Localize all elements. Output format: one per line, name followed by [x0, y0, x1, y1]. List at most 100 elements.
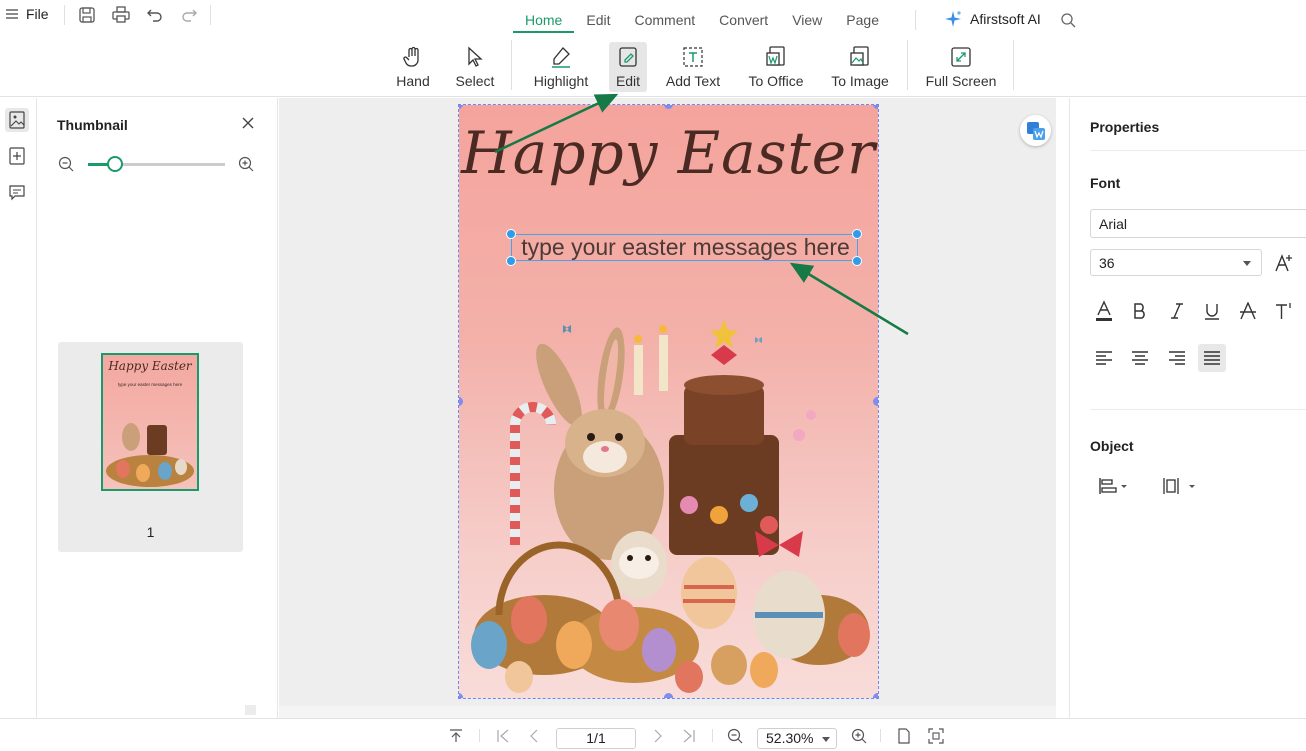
full-screen-button[interactable]: Full Screen: [925, 42, 997, 92]
divider: [915, 10, 916, 30]
add-text-tool-button[interactable]: Add Text: [664, 42, 722, 92]
font-color-button[interactable]: [1090, 297, 1118, 325]
align-left-button[interactable]: [1090, 344, 1118, 372]
redo-icon[interactable]: [179, 5, 199, 25]
underline-button[interactable]: [1198, 297, 1226, 325]
align-right-button[interactable]: [1163, 344, 1191, 372]
increase-font-icon: [1275, 254, 1292, 272]
word-document-icon: [766, 46, 785, 66]
text-box-resize-handle[interactable]: [506, 256, 516, 266]
italic-button[interactable]: [1163, 297, 1191, 325]
save-icon[interactable]: [77, 5, 97, 25]
font-size-select[interactable]: 36: [1090, 249, 1262, 276]
search-icon[interactable]: [1060, 12, 1076, 28]
align-objects-dropdown[interactable]: [1098, 472, 1142, 500]
bold-button[interactable]: [1126, 297, 1154, 325]
translate-button[interactable]: [1020, 115, 1051, 146]
full-screen-label: Full Screen: [925, 73, 997, 89]
page-resize-handle[interactable]: [873, 105, 878, 109]
previous-page-icon[interactable]: [526, 728, 542, 744]
divider: [64, 5, 65, 25]
superscript-button[interactable]: [1270, 297, 1298, 325]
page-resize-handle[interactable]: [873, 693, 878, 698]
strikethrough-icon: [1240, 302, 1256, 320]
distribute-objects-dropdown[interactable]: [1162, 472, 1206, 500]
hand-icon: [403, 46, 419, 67]
first-page-top-icon[interactable]: [448, 728, 464, 744]
page-resize-handle[interactable]: [664, 105, 673, 109]
page-resize-handle[interactable]: [664, 693, 673, 698]
divider: [1090, 409, 1306, 410]
panel-resize-handle[interactable]: [245, 705, 256, 715]
tab-page[interactable]: Page: [834, 12, 891, 33]
ai-assistant-button[interactable]: Afirstsoft AI: [944, 10, 1041, 28]
single-page-view-icon[interactable]: [896, 728, 912, 744]
align-right-icon: [1169, 351, 1185, 365]
fit-screen-icon[interactable]: [928, 728, 944, 744]
object-section-title: Object: [1090, 438, 1134, 454]
divider: [479, 729, 480, 742]
strikethrough-button[interactable]: [1234, 297, 1262, 325]
horizontal-scrollbar[interactable]: [279, 706, 1056, 718]
top-toolbar: File Home Edit Comment Convert View Page…: [0, 0, 1306, 97]
page-number-input[interactable]: 1/1: [556, 728, 636, 749]
chevron-down-icon: [1243, 261, 1251, 266]
zoom-out-icon[interactable]: [58, 156, 74, 172]
thumbnail-panel-icon[interactable]: [5, 108, 29, 132]
selected-text-content[interactable]: type your easter messages here: [512, 235, 859, 262]
select-tool-button[interactable]: Select: [453, 42, 497, 92]
zoom-in-icon[interactable]: [238, 156, 254, 172]
zoom-level-select[interactable]: 52.30%: [757, 728, 837, 749]
hand-label: Hand: [396, 73, 430, 89]
tab-edit[interactable]: Edit: [574, 12, 622, 33]
file-menu-button[interactable]: File: [6, 6, 49, 22]
align-left-icon: [1096, 351, 1112, 365]
zoom-out-icon[interactable]: [727, 728, 743, 744]
edit-tool-button[interactable]: Edit: [609, 42, 647, 92]
align-center-button[interactable]: [1126, 344, 1154, 372]
next-page-icon[interactable]: [650, 728, 666, 744]
divider: [1090, 150, 1306, 151]
undo-icon[interactable]: [145, 5, 165, 25]
close-icon[interactable]: [241, 116, 255, 130]
increase-font-size-button[interactable]: [1270, 249, 1298, 277]
print-icon[interactable]: [111, 5, 131, 25]
hand-tool-button[interactable]: Hand: [393, 42, 433, 92]
page-thumbnail[interactable]: Happy Easter type your easter messages h…: [58, 342, 243, 552]
chevron-down-icon: [822, 737, 830, 742]
last-page-icon[interactable]: [681, 728, 697, 744]
thumbnail-artwork: [106, 423, 194, 487]
superscript-icon: [1276, 303, 1291, 319]
zoom-level-value: 52.30%: [766, 730, 814, 746]
zoom-in-icon[interactable]: [851, 728, 867, 744]
divider: [907, 40, 908, 90]
to-image-button[interactable]: To Image: [829, 42, 891, 92]
text-box-resize-handle[interactable]: [852, 229, 862, 239]
thumbnail-zoom-control: [58, 154, 258, 174]
tab-convert[interactable]: Convert: [707, 12, 780, 33]
thumbnail-zoom-slider[interactable]: [107, 156, 124, 172]
font-size-value: 36: [1099, 255, 1115, 271]
document-page[interactable]: Happy Easter: [458, 104, 879, 699]
file-menu-label: File: [26, 6, 49, 22]
page-resize-handle[interactable]: [873, 397, 878, 406]
page-resize-handle[interactable]: [459, 105, 463, 109]
justify-button[interactable]: [1198, 344, 1226, 372]
underline-icon: [1205, 304, 1219, 320]
hamburger-icon: [6, 9, 18, 19]
to-office-button[interactable]: To Office: [745, 42, 807, 92]
tab-view[interactable]: View: [780, 12, 834, 33]
bookmark-panel-icon[interactable]: [5, 144, 29, 168]
font-family-select[interactable]: Arial: [1090, 209, 1306, 238]
comment-panel-icon[interactable]: [5, 180, 29, 204]
first-page-icon[interactable]: [495, 728, 511, 744]
tab-comment[interactable]: Comment: [622, 12, 707, 33]
tab-home[interactable]: Home: [513, 12, 575, 33]
italic-icon: [1171, 303, 1183, 319]
page-title-text[interactable]: Happy Easter: [459, 119, 878, 187]
selected-text-box[interactable]: type your easter messages here: [511, 234, 858, 261]
highlight-tool-button[interactable]: Highlight: [530, 42, 592, 92]
edit-document-icon: [619, 47, 637, 67]
text-box-resize-handle[interactable]: [506, 229, 516, 239]
text-box-resize-handle[interactable]: [852, 256, 862, 266]
